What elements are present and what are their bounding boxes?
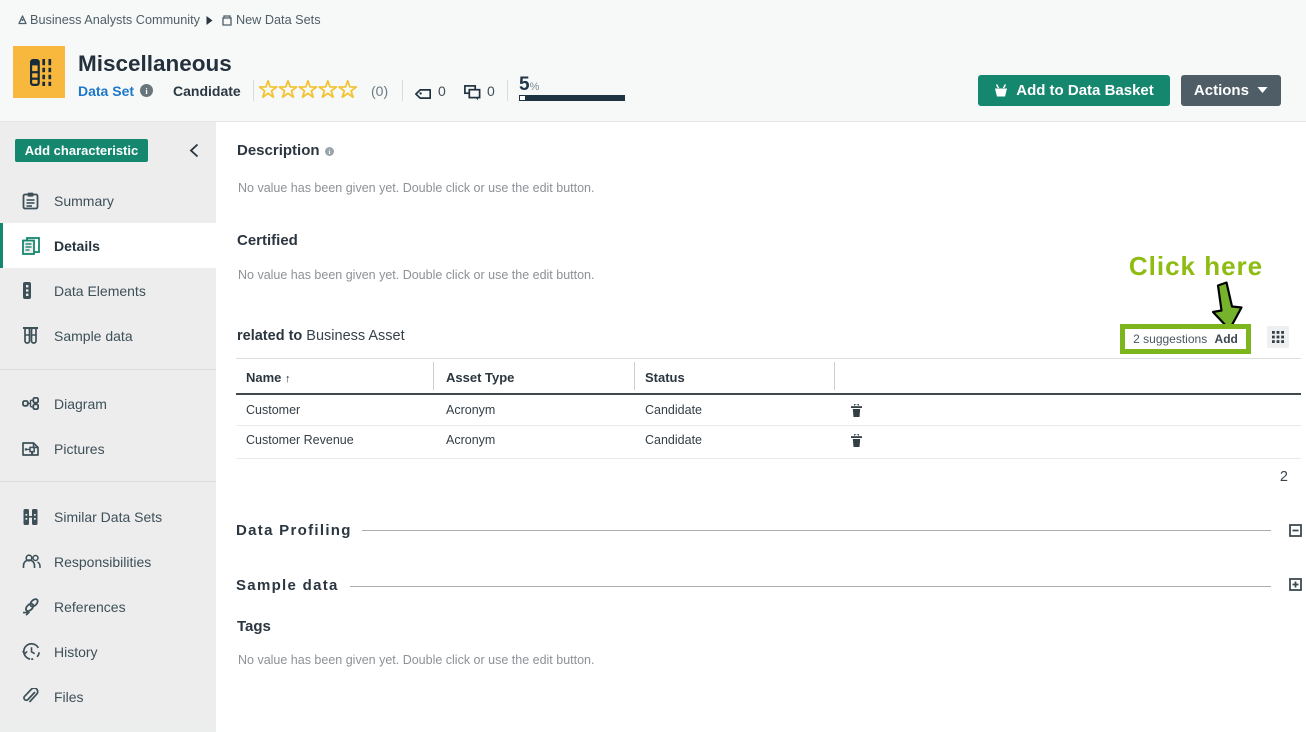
svg-text:i: i [329,149,331,156]
